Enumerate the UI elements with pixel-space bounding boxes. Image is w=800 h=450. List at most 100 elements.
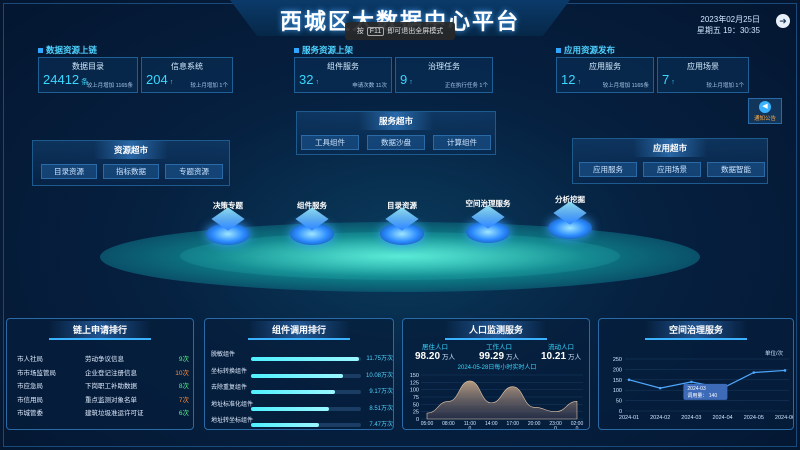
population-area xyxy=(426,380,578,420)
market-title: 资源超市 xyxy=(93,141,169,159)
node-components[interactable]: 组件服务 xyxy=(272,200,352,245)
data-point xyxy=(658,386,662,390)
stat-note: 较上月增加 1165条 xyxy=(86,83,133,89)
x-tick-label: 14:00 xyxy=(485,421,498,427)
panel-apply-rank: 链上申请排行 市人社局 劳动争议信息 9次 市市场监管局 企业登记注册信息 10次 市应急局… xyxy=(6,318,194,430)
stat-value: 12 ↑ xyxy=(561,72,581,87)
list-item[interactable]: 地址转坐标组件 7.47万次 xyxy=(211,415,393,429)
header: 西城区大数据中心平台 按 F11 即可退出全屏模式 2023年02月25日 星期… xyxy=(0,0,800,40)
node-analysis[interactable]: 分析挖掘 xyxy=(530,194,610,239)
list-item[interactable]: 市城管委 建筑垃圾准运许可证 6次 xyxy=(17,407,189,417)
stat-info-systems[interactable]: 信息系统 204 ↑ 较上月增加 1个 xyxy=(141,57,233,93)
date-text: 2023年02月25日 xyxy=(700,15,760,24)
population-chart: 2024-05-28日每小时实时人口025507510012515005:00 0… xyxy=(410,363,584,430)
market-title: 应用超市 xyxy=(632,139,708,157)
y-tick-label: 100 xyxy=(613,388,622,394)
market-button-data-intelligence[interactable]: 数据智能 xyxy=(707,162,765,177)
apply-count: 9次 xyxy=(178,356,189,363)
pedestal-icon xyxy=(290,207,334,245)
toast-text: 即可退出全屏模式 xyxy=(387,28,444,35)
section-title-text: 应用资源发布 xyxy=(564,45,616,55)
progress-track xyxy=(251,390,361,394)
y-tick-label: 100 xyxy=(410,388,419,394)
stat-note: 正在执行任务 1个 xyxy=(444,83,488,89)
progress-track xyxy=(251,406,361,411)
spatial-chart: 单位/次0501001502002502024-01 2024-02 2024-03… xyxy=(613,349,794,421)
stat-note: 较上月增加 1165条 xyxy=(602,83,649,89)
stat-value: 32 ↑ xyxy=(299,72,319,87)
apply-item: 劳动争议信息 xyxy=(85,356,124,363)
x-tick-sublabel: 0 xyxy=(468,426,471,430)
market-button-sandbox[interactable]: 数据沙盘 xyxy=(367,135,425,150)
market-title: 服务超市 xyxy=(358,112,434,130)
panel-component-rank: 组件调用排行 脱敏组件 11.75万次 坐标转换组件 10.08万次 去除重复组件 9.1… xyxy=(204,318,394,430)
apply-org: 市应急局 xyxy=(17,383,43,390)
y-tick-label: 50 xyxy=(616,399,622,405)
x-tick-label: 2024-01 xyxy=(619,415,639,421)
apply-count: 7次 xyxy=(178,396,189,404)
node-spatial[interactable]: 空间治理服务 xyxy=(448,198,528,243)
x-tick-label: 05:00 xyxy=(421,421,434,427)
apply-item: 下岗职工补助数据 xyxy=(85,383,137,390)
y-tick-label: 25 xyxy=(413,410,419,416)
list-item[interactable]: 脱敏组件 11.75万次 xyxy=(211,349,393,363)
list-item[interactable]: 去除重复组件 9.17万次 xyxy=(211,382,393,396)
apply-org: 市信用局 xyxy=(17,396,43,404)
stat-app-scenes[interactable]: 应用场景 7 ↑ 较上月增加 1个 xyxy=(657,57,749,93)
apply-item: 企业登记注册信息 xyxy=(85,369,137,377)
progress-track xyxy=(251,423,361,427)
data-point xyxy=(627,378,631,382)
unit-label: 单位/次 xyxy=(765,349,784,357)
market-button-catalog[interactable]: 目录资源 xyxy=(41,164,97,179)
panel-spatial: 空间治理服务 单位/次 0 50 100 150 200 250 2024-01 2024-02… xyxy=(598,318,794,430)
list-item[interactable]: 市信用局 重点监测对象名单 7次 xyxy=(17,394,189,404)
x-tick-label: 2024-03 xyxy=(681,415,701,421)
y-tick-label: 125 xyxy=(410,380,419,386)
toast-prefix: 按 xyxy=(356,28,364,35)
market-button-topic[interactable]: 专题资源 xyxy=(165,164,223,179)
x-tick-sublabel: 0 xyxy=(554,426,557,430)
datetime: 2023年02月25日 星期五 19：30:35 xyxy=(697,14,760,36)
stat-app-services[interactable]: 应用服务 12 ↑ 较上月增加 1165条 xyxy=(556,57,654,93)
list-item[interactable]: 市人社局 劳动争议信息 9次 xyxy=(17,353,189,363)
stat-label: 治理任务 xyxy=(428,62,460,71)
node-catalog[interactable]: 目录资源 xyxy=(362,200,442,245)
component-name: 坐标转换组件 xyxy=(211,368,248,375)
list-item[interactable]: 市应急局 下岗职工补助数据 8次 xyxy=(17,380,189,390)
y-tick-label: 50 xyxy=(413,402,419,408)
panel-population: 人口监测服务 居住人口 98.20 万人 工作人口 99.29 万人 流动人口 10… xyxy=(402,318,590,430)
market-button-app-service[interactable]: 应用服务 xyxy=(579,162,637,177)
stat-label: 信息系统 xyxy=(171,62,203,71)
pedestal-icon xyxy=(206,207,250,245)
apply-count: 8次 xyxy=(178,383,189,390)
list-item[interactable]: 坐标转换组件 10.08万次 xyxy=(211,366,393,380)
stat-component-services[interactable]: 组件服务 32 ↑ 申请次数 11次 xyxy=(294,57,392,93)
pedestal-icon xyxy=(380,207,424,245)
stat-governance-tasks[interactable]: 治理任务 9 ↑ 正在执行任务 1个 xyxy=(395,57,493,93)
market-button-compute[interactable]: 计算组件 xyxy=(433,135,491,150)
component-value: 11.75万次 xyxy=(366,356,393,362)
node-decision[interactable]: 决策专题 xyxy=(188,200,268,245)
stat-number: 32 xyxy=(299,72,314,87)
app-market: 应用超市 应用服务 应用场景 数据智能 xyxy=(572,138,768,184)
tooltip-date: 2024-03 xyxy=(687,386,706,392)
notice-button[interactable]: ◀ 通知公告 xyxy=(748,98,782,124)
list-item[interactable]: 市市场监管局 企业登记注册信息 10次 xyxy=(17,367,189,377)
progress-bar xyxy=(251,423,320,427)
market-button-tools[interactable]: 工具组件 xyxy=(301,135,359,150)
apply-org: 市人社局 xyxy=(17,356,43,363)
component-name: 去除重复组件 xyxy=(211,385,248,391)
market-button-indicator[interactable]: 指标数据 xyxy=(103,164,159,179)
section-title-text: 数据资源上链 xyxy=(46,45,98,55)
exit-icon[interactable]: ➜ xyxy=(776,14,790,28)
apply-count: 6次 xyxy=(178,410,189,417)
market-button-app-scene[interactable]: 应用场景 xyxy=(643,162,701,177)
progress-bar xyxy=(251,357,359,361)
stat-number: 9 xyxy=(400,72,408,87)
component-name: 地址标准化组件 xyxy=(211,401,254,408)
stat-data-catalog[interactable]: 数据目录 24412 条 较上月增加 1165条 xyxy=(38,57,138,93)
list-item[interactable]: 地址标准化组件 8.51万次 xyxy=(211,399,393,413)
progress-track xyxy=(251,357,361,361)
x-tick-label: 2024-06 xyxy=(775,415,794,421)
stat-note: 较上月增加 1个 xyxy=(706,83,744,89)
